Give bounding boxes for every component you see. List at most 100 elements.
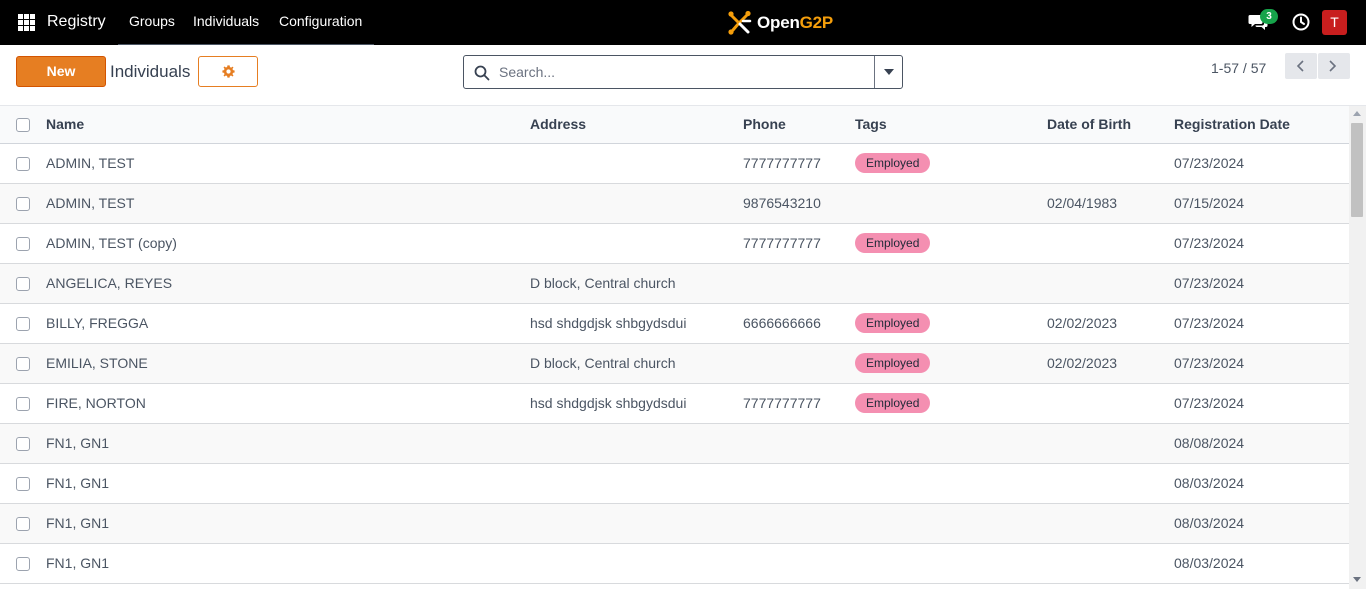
cell-address: hsd shdgdjsk shbgydsdui — [530, 395, 687, 411]
cell-phone: 6666666666 — [743, 315, 821, 331]
row-checkbox[interactable] — [16, 557, 30, 571]
cell-registration-date: 07/23/2024 — [1174, 395, 1245, 411]
table-header: Name Address Phone Tags Date of Birth Re… — [0, 106, 1349, 144]
row-checkbox[interactable] — [16, 517, 30, 531]
search-input[interactable] — [499, 57, 874, 87]
cell-name: ADMIN, TEST — [46, 195, 135, 211]
scroll-up-arrow[interactable] — [1353, 111, 1361, 116]
row-checkbox[interactable] — [16, 437, 30, 451]
cell-address: hsd shdgdjsk shbgydsdui — [530, 315, 687, 331]
logo-mark-icon — [728, 10, 752, 35]
column-header-phone[interactable]: Phone — [743, 116, 786, 132]
row-checkbox[interactable] — [16, 237, 30, 251]
tag-badge: Employed — [855, 313, 931, 333]
cell-registration-date: 08/03/2024 — [1174, 475, 1245, 491]
column-header-registration-date[interactable]: Registration Date — [1174, 116, 1290, 132]
pager-value[interactable]: 1-57 / 57 — [1211, 60, 1266, 76]
pager-next-button[interactable] — [1318, 53, 1350, 79]
column-header-date-of-birth[interactable]: Date of Birth — [1047, 116, 1131, 132]
cell-name: ADMIN, TEST (copy) — [46, 235, 177, 251]
table-row[interactable]: ADMIN, TEST 9876543210 02/04/1983 07/15/202… — [0, 184, 1349, 224]
pager-previous-button[interactable] — [1285, 53, 1317, 79]
cell-date-of-birth: 02/02/2023 — [1047, 355, 1118, 371]
table-row[interactable]: ADMIN, TEST (copy) 7777777777 07/23/2024 Em… — [0, 224, 1349, 264]
table-row[interactable]: FN1, GN1 08/08/2024 — [0, 424, 1349, 464]
chat-count-badge: 3 — [1260, 9, 1278, 24]
cell-registration-date: 07/23/2024 — [1174, 315, 1245, 331]
cell-registration-date: 07/23/2024 — [1174, 355, 1245, 371]
menu-groups[interactable]: Groups — [129, 13, 175, 29]
table-row[interactable]: ANGELICA, REYES D block, Central church 07… — [0, 264, 1349, 304]
cell-registration-date: 07/23/2024 — [1174, 155, 1245, 171]
cell-registration-date: 08/08/2024 — [1174, 435, 1245, 451]
chevron-right-icon — [1329, 60, 1337, 72]
row-checkbox[interactable] — [16, 157, 30, 171]
row-checkbox[interactable] — [16, 477, 30, 491]
column-header-address[interactable]: Address — [530, 116, 586, 132]
row-checkbox[interactable] — [16, 397, 30, 411]
cell-date-of-birth: 02/02/2023 — [1047, 315, 1118, 331]
apps-grid-icon[interactable] — [18, 14, 35, 31]
cell-name: FN1, GN1 — [46, 435, 110, 451]
column-header-tags[interactable]: Tags — [855, 116, 887, 132]
cell-phone: 7777777777 — [743, 235, 821, 251]
openg2p-logo: OpenG2P — [727, 10, 833, 36]
cell-name: FIRE, NORTON — [46, 395, 146, 411]
cell-phone: 9876543210 — [743, 195, 821, 211]
cell-date-of-birth: 02/04/1983 — [1047, 195, 1118, 211]
clock-icon[interactable] — [1292, 13, 1310, 31]
control-panel: New Individuals 1-57 / 57 — [0, 45, 1366, 106]
search-options-toggle[interactable] — [875, 56, 903, 88]
cell-name: ANGELICA, REYES — [46, 275, 173, 291]
search-bar — [463, 55, 903, 89]
cell-name: FN1, GN1 — [46, 475, 110, 491]
table-row[interactable]: EMILIA, STONE D block, Central church 02/0… — [0, 344, 1349, 384]
cell-registration-date: 07/23/2024 — [1174, 235, 1245, 251]
column-header-name[interactable]: Name — [46, 116, 84, 132]
cell-name: FN1, GN1 — [46, 515, 110, 531]
menu-configuration[interactable]: Configuration — [279, 13, 362, 29]
cell-name: EMILIA, STONE — [46, 355, 148, 371]
table-row[interactable]: FN1, GN1 08/03/2024 — [0, 464, 1349, 504]
logo-text: OpenG2P — [757, 13, 834, 32]
tag-badge: Employed — [855, 393, 931, 413]
cell-name: ADMIN, TEST — [46, 155, 135, 171]
cell-name: FN1, GN1 — [46, 555, 110, 571]
cell-phone: 7777777777 — [743, 395, 821, 411]
table-row[interactable]: FIRE, NORTON hsd shdgdjsk shbgydsdui 77777… — [0, 384, 1349, 424]
table-row[interactable]: FN1, GN1 08/03/2024 — [0, 544, 1349, 584]
table-row[interactable]: BILLY, FREGGA hsd shdgdjsk shbgydsdui 6666… — [0, 304, 1349, 344]
app-name[interactable]: Registry — [47, 13, 106, 31]
table-row[interactable]: ADMIN, TEST 7777777777 07/23/2024 Employed — [0, 144, 1349, 184]
cell-registration-date: 08/03/2024 — [1174, 515, 1245, 531]
scroll-down-arrow[interactable] — [1353, 577, 1361, 582]
cell-address: D block, Central church — [530, 355, 676, 371]
individuals-list: Name Address Phone Tags Date of Birth Re… — [0, 106, 1349, 589]
tag-badge: Employed — [855, 153, 931, 173]
row-checkbox[interactable] — [16, 197, 30, 211]
list-scrollbar[interactable] — [1349, 106, 1366, 589]
menu-individuals[interactable]: Individuals — [193, 13, 259, 29]
user-avatar[interactable]: T — [1322, 10, 1347, 35]
row-checkbox[interactable] — [16, 317, 30, 331]
cell-registration-date: 07/15/2024 — [1174, 195, 1245, 211]
tag-badge: Employed — [855, 353, 931, 373]
table-row[interactable]: FN1, GN1 08/03/2024 — [0, 504, 1349, 544]
select-all-checkbox[interactable] — [16, 118, 30, 132]
page-title: Individuals — [110, 62, 191, 81]
new-button[interactable]: New — [16, 56, 106, 87]
actions-gear-button[interactable] — [198, 56, 258, 87]
chevron-left-icon — [1296, 60, 1304, 72]
tag-badge: Employed — [855, 233, 931, 253]
scroll-thumb[interactable] — [1351, 123, 1363, 217]
cell-phone: 7777777777 — [743, 155, 821, 171]
row-checkbox[interactable] — [16, 277, 30, 291]
gear-icon — [222, 65, 235, 78]
cell-registration-date: 07/23/2024 — [1174, 275, 1245, 291]
cell-name: BILLY, FREGGA — [46, 315, 149, 331]
row-checkbox[interactable] — [16, 357, 30, 371]
top-navbar: Registry Groups Individuals Configuratio… — [0, 0, 1366, 45]
cell-registration-date: 08/03/2024 — [1174, 555, 1245, 571]
caret-down-icon — [884, 69, 894, 75]
cell-address: D block, Central church — [530, 275, 676, 291]
